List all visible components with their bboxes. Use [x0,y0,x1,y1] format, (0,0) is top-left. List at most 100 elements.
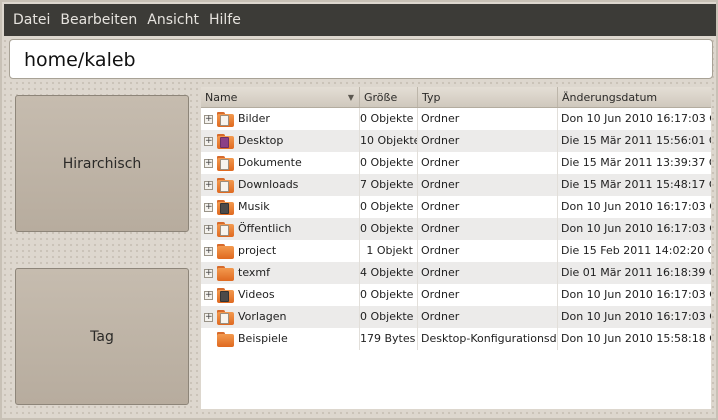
hierarchy-view-label: Hirarchisch [62,155,142,172]
expand-icon[interactable]: + [204,158,213,168]
menu-bearbeiten[interactable]: Bearbeiten [55,4,142,36]
file-name-cell: + texmf [201,262,360,284]
file-date: Don 10 Jun 2010 16:17:03 CEST [561,288,711,301]
expand-icon[interactable]: + [204,224,213,234]
videos-folder-icon [217,287,234,303]
music-folder-icon [217,199,234,215]
file-size: 4 Objekte [360,262,418,284]
column-header-size[interactable]: Größe [360,87,418,107]
menu-datei[interactable]: Datei [8,4,55,36]
menu-hilfe[interactable]: Hilfe [204,4,246,36]
file-name-cell: + Musik [201,196,360,218]
file-type: Ordner [418,174,558,196]
downloads-folder-icon [217,177,234,193]
file-name-cell: + Desktop [201,130,360,152]
file-date: Die 15 Mär 2011 13:39:37 CET [561,156,711,169]
file-size: 10 Objekte [360,130,418,152]
file-size: 0 Objekte [360,306,418,328]
expand-icon[interactable]: + [204,290,213,300]
menu-ansicht[interactable]: Ansicht [142,4,204,36]
file-name: Desktop [238,134,284,147]
tag-view-button[interactable]: Tag [15,268,189,405]
file-row[interactable]: + Öffentlich 0 Objekte Ordner Don 10 Jun 201… [201,218,711,240]
file-row[interactable]: + Desktop 10 Objekte Ordner Die 15 Mär 2011 … [201,130,711,152]
sort-descending-icon: ▼ [347,93,354,102]
file-row[interactable]: + Downloads 7 Objekte Ordner Die 15 Mär 2011… [201,174,711,196]
expand-icon[interactable]: + [204,136,213,146]
file-size: 0 Objekte [360,108,418,130]
file-date: Don 10 Jun 2010 16:17:03 CEST [561,112,711,125]
expand-icon[interactable]: + [204,246,213,256]
file-name-cell: + Downloads [201,174,360,196]
file-row[interactable]: Beispiele 179 Bytes Desktop-Konfigurations… [201,328,711,350]
file-name: Videos [238,288,275,301]
file-type: Ordner [418,240,558,262]
file-name: Vorlagen [238,310,287,323]
file-name: Bilder [238,112,270,125]
file-name-cell: + Öffentlich [201,218,360,240]
file-name-cell: + project [201,240,360,262]
file-type: Ordner [418,130,558,152]
file-manager-window: Datei Bearbeiten Ansicht Hilfe home/kale… [0,0,718,420]
file-row[interactable]: + Dokumente 0 Objekte Ordner Die 15 Mär 2011… [201,152,711,174]
file-date: Die 15 Mär 2011 15:56:01 CET [561,134,711,147]
public-folder-icon [217,221,234,237]
menubar: Datei Bearbeiten Ansicht Hilfe [4,4,716,36]
file-row[interactable]: + Musik 0 Objekte Ordner Don 10 Jun 2010 16:… [201,196,711,218]
path-field[interactable]: home/kaleb [9,39,713,79]
file-list-header: Name ▼ Größe Typ Änderungsdatum [201,87,711,108]
hierarchy-view-button[interactable]: Hirarchisch [15,95,189,232]
expand-icon[interactable]: + [204,202,213,212]
column-header-name-label: Name [205,91,238,104]
folder-icon [217,265,234,281]
column-header-type[interactable]: Typ [418,87,558,107]
file-name: Öffentlich [238,222,292,235]
file-size: 0 Objekte [360,218,418,240]
column-header-name[interactable]: Name ▼ [201,87,360,107]
file-name: Musik [238,200,270,213]
file-name: texmf [238,266,270,279]
file-date: Don 10 Jun 2010 16:17:03 CEST [561,310,711,323]
file-type: Ordner [418,306,558,328]
file-name-cell: + Videos [201,284,360,306]
file-list: Name ▼ Größe Typ Änderungsdatum + Bilder 0… [201,87,711,409]
expand-icon[interactable]: + [204,180,213,190]
file-row[interactable]: + project 1 Objekt Ordner Die 15 Feb 2011 14… [201,240,711,262]
column-header-date[interactable]: Änderungsdatum [558,87,711,107]
file-date: Die 01 Mär 2011 16:18:39 CET [561,266,711,279]
templates-folder-icon [217,309,234,325]
file-size: 0 Objekte [360,196,418,218]
file-date: Die 15 Mär 2011 15:48:17 CET [561,178,711,191]
file-date: Don 10 Jun 2010 16:17:03 CEST [561,222,711,235]
file-name: Downloads [238,178,299,191]
file-rows: + Bilder 0 Objekte Ordner Don 10 Jun 2010 16… [201,108,711,350]
file-name-cell: + Bilder [201,108,360,130]
file-size: 7 Objekte [360,174,418,196]
file-row[interactable]: + Vorlagen 0 Objekte Ordner Don 10 Jun 2010 … [201,306,711,328]
file-row[interactable]: + Videos 0 Objekte Ordner Don 10 Jun 2010 16… [201,284,711,306]
file-type: Ordner [418,262,558,284]
file-name-cell: + Dokumente [201,152,360,174]
pictures-folder-icon [217,111,234,127]
expand-icon[interactable]: + [204,268,213,278]
folder-icon [217,243,234,259]
tag-view-label: Tag [90,328,114,345]
expand-icon[interactable]: + [204,312,213,322]
file-name: Dokumente [238,156,302,169]
file-row[interactable]: + texmf 4 Objekte Ordner Die 01 Mär 2011 16:… [201,262,711,284]
file-date: Don 10 Jun 2010 15:58:18 CEST [561,332,711,345]
file-name-cell: + Vorlagen [201,306,360,328]
file-date: Don 10 Jun 2010 16:17:03 CEST [561,200,711,213]
file-size: 1 Objekt [360,240,418,262]
file-date: Die 15 Feb 2011 14:02:20 CET [561,244,711,257]
file-size: 0 Objekte [360,152,418,174]
file-type: Desktop-Konfigurationsdatei [418,328,558,350]
desktop-folder-icon [217,133,234,149]
file-row[interactable]: + Bilder 0 Objekte Ordner Don 10 Jun 2010 16… [201,108,711,130]
file-size: 0 Objekte [360,284,418,306]
file-name: project [238,244,277,257]
folder-link-icon [217,331,234,347]
documents-folder-icon [217,155,234,171]
expand-icon[interactable]: + [204,114,213,124]
file-type: Ordner [418,108,558,130]
